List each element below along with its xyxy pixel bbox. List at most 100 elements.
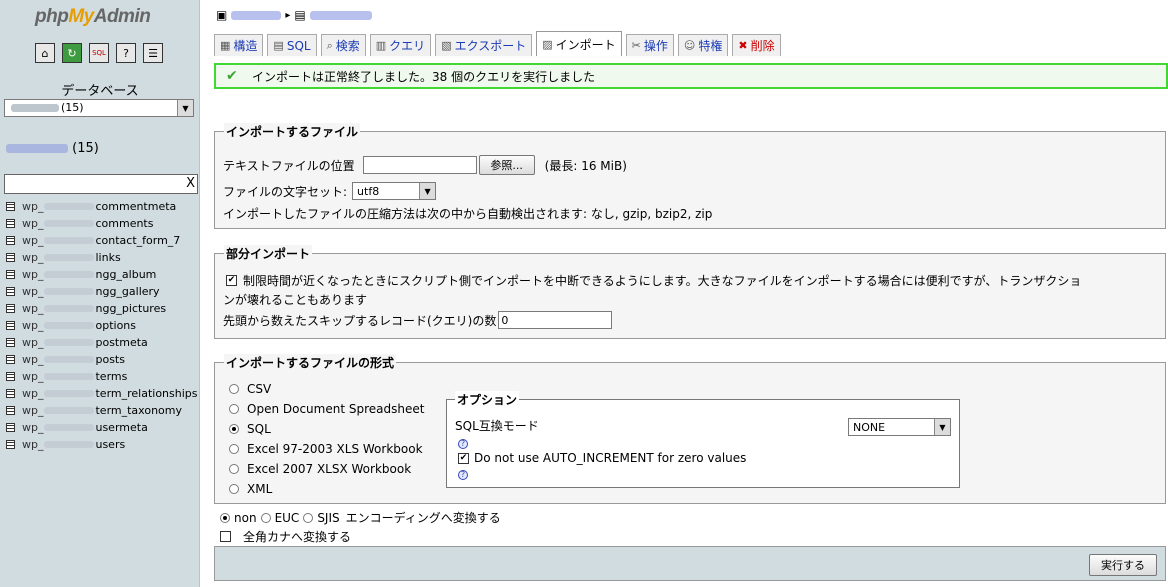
chevron-down-icon: ▼ (934, 419, 950, 435)
table-item[interactable]: wp_ links (6, 249, 198, 266)
tab-delete[interactable]: ✖ 削除 (732, 34, 781, 56)
tab-query[interactable]: ▥ クエリ (369, 34, 432, 56)
charset-value: utf8 (357, 184, 380, 198)
encoding-option[interactable]: non (220, 511, 257, 525)
table-icon[interactable] (6, 304, 15, 313)
help-icon[interactable]: ? (458, 470, 468, 480)
table-icon[interactable] (6, 321, 15, 330)
format-option[interactable]: Excel 97-2003 XLS Workbook (229, 442, 423, 456)
encoding-radio[interactable] (260, 512, 271, 523)
table-icon[interactable] (6, 372, 15, 381)
file-location-label: テキストファイルの位置 (223, 158, 355, 173)
table-icon[interactable] (6, 440, 15, 449)
format-radio[interactable] (229, 484, 239, 494)
table-name-prefix: wp_ (22, 319, 44, 332)
tab-import[interactable]: ▨ インポート (536, 31, 622, 56)
tab-tools[interactable]: ✂ 操作 (625, 34, 674, 56)
table-item[interactable]: wp_ commentmeta (6, 198, 198, 215)
table-name-redacted (44, 441, 95, 448)
file-path-input[interactable] (362, 156, 477, 174)
table-item[interactable]: wp_ users (6, 436, 198, 453)
charset-select[interactable]: utf8 ▼ (352, 182, 437, 200)
table-name-redacted (44, 424, 95, 431)
table-name-suffix: users (95, 438, 126, 451)
encoding-option[interactable]: EUC (260, 511, 299, 525)
home-icon[interactable]: ⌂ (35, 43, 55, 63)
table-icon[interactable] (6, 389, 15, 398)
table-icon[interactable] (6, 202, 15, 211)
format-option-label: SQL (247, 422, 271, 436)
table-item[interactable]: wp_ usermeta (6, 419, 198, 436)
help-icon[interactable]: ? (458, 439, 468, 449)
table-item[interactable]: wp_ contact_form_7 (6, 232, 198, 249)
format-radio[interactable] (229, 444, 239, 454)
no-auto-increment-label: Do not use AUTO_INCREMENT for zero value… (474, 451, 747, 465)
chevron-down-icon: ▼ (177, 100, 193, 116)
table-icon[interactable] (6, 338, 15, 347)
breadcrumb-database-link[interactable] (309, 10, 372, 20)
skip-queries-input[interactable]: 0 (498, 311, 613, 329)
format-option[interactable]: SQL (229, 422, 271, 436)
tab-structure[interactable]: ▦ 構造 (214, 34, 264, 56)
phpmyadmin-logo[interactable]: phpMyAdmin (35, 6, 151, 28)
tab-export[interactable]: ▧ エクスポート (435, 34, 533, 56)
compression-note: インポートしたファイルの圧縮方法は次の中から自動検出されます: なし, gzip… (223, 207, 713, 221)
format-radio[interactable] (229, 424, 239, 434)
table-icon[interactable] (6, 253, 15, 262)
format-option[interactable]: Excel 2007 XLSX Workbook (229, 462, 411, 476)
table-item[interactable]: wp_ term_taxonomy (6, 402, 198, 419)
database-select[interactable]: (15) ▼ (4, 99, 194, 117)
table-item[interactable]: wp_ term_relationships (6, 385, 198, 402)
table-item[interactable]: wp_ options (6, 317, 198, 334)
sql-compat-select[interactable]: NONE ▼ (848, 418, 951, 436)
table-icon[interactable] (6, 423, 15, 432)
table-icon[interactable] (6, 406, 15, 415)
table-item[interactable]: wp_ ngg_gallery (6, 283, 198, 300)
format-option[interactable]: XML (229, 482, 272, 496)
tab-bar: ▦ 構造 ▤ SQL ⌕ 検索 ▥ クエリ ▧ エクスポート ▨ インポート ✂ 操作 ☺ 特権 ✖ 削除 (214, 31, 781, 56)
help-icon[interactable]: ☰ (143, 43, 163, 63)
format-radio[interactable] (229, 404, 239, 414)
sql-icon[interactable]: SQL (89, 43, 109, 63)
format-radio[interactable] (229, 384, 239, 394)
delete-icon: ✖ (738, 39, 748, 52)
table-filter-input[interactable]: X (4, 174, 198, 194)
tab-sql[interactable]: ▤ SQL (267, 34, 317, 56)
search-icon: ⌕ (326, 38, 333, 52)
table-item[interactable]: wp_ terms (6, 368, 198, 385)
format-radio[interactable] (229, 464, 239, 474)
table-icon[interactable] (6, 355, 15, 364)
table-item[interactable]: wp_ postmeta (6, 334, 198, 351)
tab-search[interactable]: ⌕ 検索 (320, 34, 366, 56)
encoding-radio[interactable] (220, 512, 230, 523)
encoding-option[interactable]: SJIS (303, 511, 340, 525)
browse-button[interactable]: 参照... (478, 155, 535, 175)
format-option[interactable]: Open Document Spreadsheet (229, 402, 424, 416)
no-auto-increment-checkbox[interactable]: ✔ (458, 452, 469, 464)
clear-filter-button[interactable]: X (186, 176, 195, 191)
table-item[interactable]: wp_ ngg_album (6, 266, 198, 283)
table-item[interactable]: wp_ posts (6, 351, 198, 368)
table-name-suffix: comments (95, 217, 154, 230)
no-auto-increment-row: ✔ Do not use AUTO_INCREMENT for zero val… (458, 451, 746, 465)
allow-interrupt-checkbox[interactable]: ✔ (226, 275, 237, 286)
execute-button[interactable]: 実行する (1089, 554, 1157, 576)
kana-checkbox[interactable] (220, 531, 231, 542)
docs-icon[interactable]: ? (116, 43, 136, 63)
tab-privileges[interactable]: ☺ 特権 (677, 34, 729, 56)
current-database[interactable]: (15) (6, 141, 99, 156)
table-icon[interactable] (6, 236, 15, 245)
encoding-radio[interactable] (303, 512, 314, 523)
format-option[interactable]: CSV (229, 382, 271, 396)
table-icon[interactable] (6, 219, 15, 228)
table-icon[interactable] (6, 270, 15, 279)
table-icon[interactable] (6, 287, 15, 296)
table-name-prefix: wp_ (22, 200, 44, 213)
table-item[interactable]: wp_ comments (6, 215, 198, 232)
allow-interrupt-row: ✔ 制限時間が近くなったときにスクリプト側でインポートを中断できるようにします。… (226, 272, 1081, 289)
table-item[interactable]: wp_ ngg_pictures (6, 300, 198, 317)
table-name-redacted (44, 373, 95, 380)
reload-icon[interactable]: ↻ (62, 43, 82, 63)
breadcrumb-server-link[interactable] (231, 10, 282, 20)
sql-compat-value: NONE (853, 420, 886, 434)
